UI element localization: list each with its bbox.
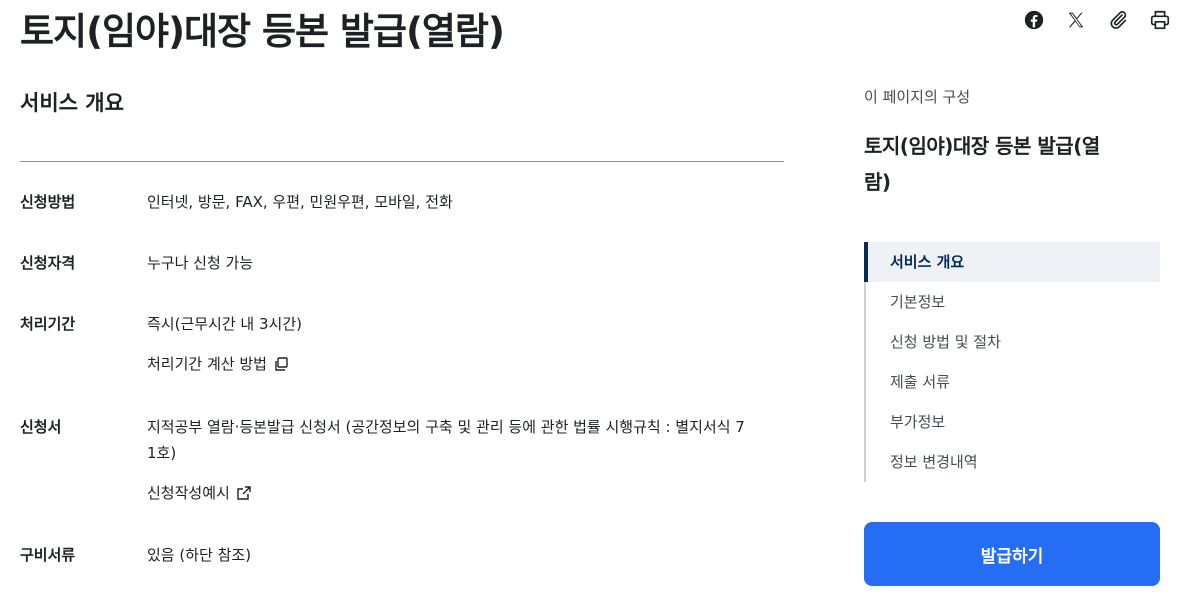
info-label: 신청서 [20, 418, 62, 436]
info-value-line1: 지적공부 열람·등본발급 신청서 (공간정보의 구축 및 관리 등에 관한 법률… [147, 418, 745, 436]
info-value: 인터넷, 방문, FAX, 우편, 민원우편, 모바일, 전화 [147, 193, 453, 211]
info-row-eligibility: 신청자격 누구나 신청 가능 [20, 250, 784, 276]
toc-item-submit-docs[interactable]: 제출 서류 [866, 362, 1160, 402]
form-example-link[interactable]: 신청작성예시 [147, 480, 784, 506]
page-title: 토지(임야)대장 등본 발급(열람) [20, 10, 505, 53]
toc-heading-line2: 람) [864, 170, 891, 194]
table-of-contents: 이 페이지의 구성 토지(임야)대장 등본 발급(열 람) 서비스 개요 기본정… [864, 85, 1160, 482]
period-calc-link[interactable]: 처리기간 계산 방법 [147, 351, 784, 377]
copy-icon [275, 357, 288, 371]
info-row-method: 신청방법 인터넷, 방문, FAX, 우편, 민원우편, 모바일, 전화 [20, 189, 784, 215]
share-toolbar [1023, 9, 1171, 31]
toc-heading: 토지(임야)대장 등본 발급(열 람) [864, 128, 1160, 200]
paperclip-icon[interactable] [1107, 9, 1129, 31]
toc-item-method-procedure[interactable]: 신청 방법 및 절차 [866, 322, 1160, 362]
toc-heading-line1: 토지(임야)대장 등본 발급(열 [864, 134, 1100, 158]
info-row-required-docs: 구비서류 있음 (하단 참조) [20, 542, 784, 568]
info-label: 구비서류 [20, 546, 76, 564]
facebook-icon[interactable] [1023, 9, 1045, 31]
toc-item-change-history[interactable]: 정보 변경내역 [866, 442, 1160, 482]
info-label: 처리기간 [20, 315, 76, 333]
apply-button[interactable]: 발급하기 [864, 522, 1160, 586]
toc-item-overview[interactable]: 서비스 개요 [864, 242, 1160, 282]
toc-list: 서비스 개요 기본정보 신청 방법 및 절차 제출 서류 부가정보 정보 변경내… [864, 242, 1160, 482]
info-value: 있음 (하단 참조) [147, 546, 252, 564]
x-twitter-icon[interactable] [1065, 9, 1087, 31]
info-row-application-form: 신청서 지적공부 열람·등본발급 신청서 (공간정보의 구축 및 관리 등에 관… [20, 414, 784, 506]
info-value: 즉시(근무시간 내 3시간) [147, 315, 302, 333]
form-example-label: 신청작성예시 [147, 484, 230, 502]
period-calc-label: 처리기간 계산 방법 [147, 355, 267, 373]
info-value: 누구나 신청 가능 [147, 254, 254, 272]
section-title: 서비스 개요 [20, 91, 124, 115]
section-divider [20, 161, 784, 162]
print-icon[interactable] [1149, 9, 1171, 31]
info-label: 신청자격 [20, 254, 76, 272]
external-link-icon [237, 486, 251, 500]
info-row-processing-period: 처리기간 즉시(근무시간 내 3시간) 처리기간 계산 방법 [20, 311, 784, 377]
service-overview-section: 서비스 개요 신청방법 인터넷, 방문, FAX, 우편, 민원우편, 모바일,… [20, 85, 784, 564]
info-value-line2: 1호) [147, 444, 177, 462]
info-label: 신청방법 [20, 193, 76, 211]
toc-item-basic-info[interactable]: 기본정보 [866, 282, 1160, 322]
toc-caption: 이 페이지의 구성 [864, 88, 971, 106]
toc-item-additional-info[interactable]: 부가정보 [866, 402, 1160, 442]
